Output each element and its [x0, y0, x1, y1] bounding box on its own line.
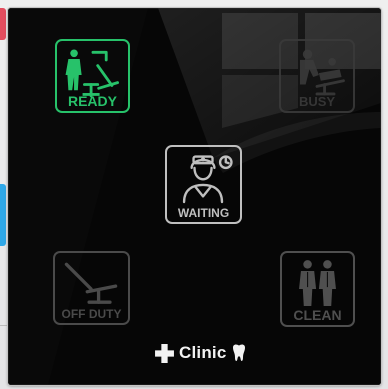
busy-status-button[interactable]: BUSY: [279, 39, 355, 113]
clean-label: CLEAN: [293, 307, 342, 323]
off-duty-status-button[interactable]: OFF DUTY: [53, 251, 130, 325]
clean-status-button[interactable]: CLEAN: [280, 251, 355, 327]
busy-label: BUSY: [298, 94, 336, 109]
clinic-brand: Clinic: [154, 341, 254, 365]
tooth-icon: [232, 343, 245, 361]
background-red-tab: [0, 8, 6, 40]
medical-cross-icon: [155, 343, 174, 363]
status-panel: READY BUSY WAITING OFF DUTY CLEAN Clinic: [8, 8, 381, 385]
ready-status-button[interactable]: READY: [55, 39, 130, 113]
waiting-label: WAITING: [177, 206, 230, 220]
off-duty-label: OFF DUTY: [61, 307, 122, 321]
waiting-status-button[interactable]: WAITING: [165, 145, 242, 224]
background-blue-tab: [0, 184, 6, 246]
screen: READY BUSY WAITING OFF DUTY CLEAN Clinic: [0, 0, 388, 389]
ready-label: READY: [67, 93, 117, 109]
clinic-title: Clinic: [179, 343, 227, 362]
